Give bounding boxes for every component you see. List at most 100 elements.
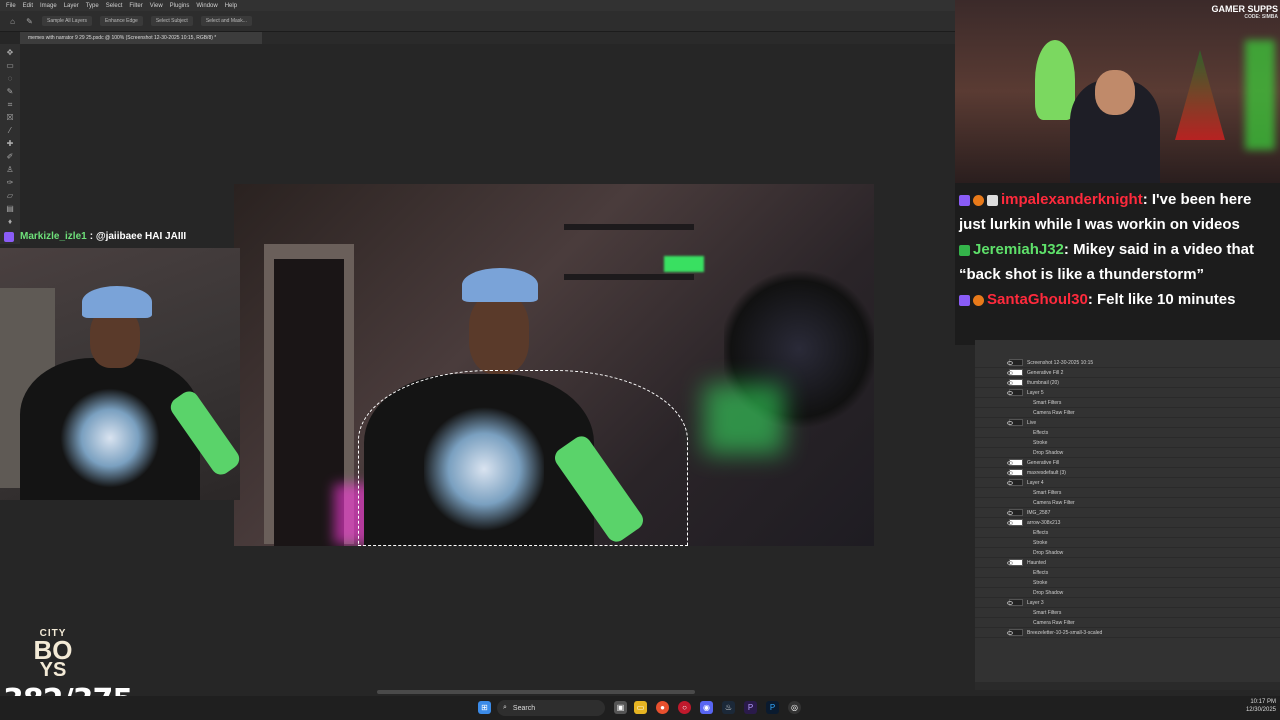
home-icon[interactable]: ⌂	[8, 17, 17, 26]
visibility-eye-icon[interactable]	[1007, 600, 1013, 605]
select-and-mask-button[interactable]: Select and Mask...	[200, 16, 252, 26]
sub-badge-icon	[973, 294, 984, 306]
menu-item-view[interactable]: View	[150, 3, 163, 9]
healing-tool-icon[interactable]: ✚	[6, 139, 15, 148]
layer-row[interactable]: Generative Fill 2	[975, 368, 1280, 378]
layer-effect-row[interactable]: Smart Filters	[975, 608, 1280, 618]
menu-item-window[interactable]: Window	[196, 3, 217, 9]
layer-row[interactable]: thumbnail (20)	[975, 378, 1280, 388]
layer-effect-row[interactable]: Smart Filters	[975, 488, 1280, 498]
eraser-tool-icon[interactable]: ▱	[6, 191, 15, 200]
menu-item-help[interactable]: Help	[225, 3, 237, 9]
layer-effect-row[interactable]: Stroke	[975, 578, 1280, 588]
layer-effect-row[interactable]: Drop Shadow	[975, 588, 1280, 598]
visibility-eye-icon[interactable]	[1007, 630, 1013, 635]
taskbar-clock[interactable]: 10:17 PM 12/30/2025	[1232, 698, 1276, 714]
layer-effect-row[interactable]: Drop Shadow	[975, 548, 1280, 558]
scrollbar-thumb[interactable]	[377, 690, 695, 694]
layer-row[interactable]: Screenshot 12-30-2025 10:15	[975, 358, 1280, 368]
layer-effect-row[interactable]: Stroke	[975, 438, 1280, 448]
enhance-edge-checkbox[interactable]: Enhance Edge	[100, 16, 143, 26]
stamp-tool-icon[interactable]: ♙	[6, 165, 15, 174]
chrome-icon[interactable]: ●	[656, 701, 669, 714]
document-tabs: memes with narrator 9 29 25.psdc @ 100% …	[20, 32, 955, 44]
lasso-tool-icon[interactable]: ◌	[6, 74, 15, 83]
menu-item-edit[interactable]: Edit	[23, 3, 33, 9]
visibility-eye-icon[interactable]	[1007, 520, 1013, 525]
chat-username: SantaGhoul30	[987, 291, 1088, 308]
visibility-eye-icon[interactable]	[1007, 460, 1013, 465]
document-tab[interactable]: memes with narrator 9 29 25.psdc @ 100% …	[20, 32, 262, 44]
select-subject-button[interactable]: Select Subject	[150, 16, 193, 26]
layer-row[interactable]: Layer 3	[975, 598, 1280, 608]
visibility-eye-icon[interactable]	[1007, 370, 1013, 375]
menu-item-type[interactable]: Type	[86, 3, 99, 9]
eyedropper-tool-icon[interactable]: ⁄	[6, 126, 15, 135]
brush-tool-icon[interactable]: ✐	[6, 152, 15, 161]
layer-effect-row[interactable]: Effects	[975, 528, 1280, 538]
layer-row[interactable]: Generative Fill	[975, 458, 1280, 468]
menu-item-layer[interactable]: Layer	[64, 3, 79, 9]
layer-row[interactable]: maxresdefault (3)	[975, 468, 1280, 478]
chat-message: impalexanderknight: I've been here just …	[959, 187, 1276, 237]
visibility-eye-icon[interactable]	[1007, 480, 1013, 485]
file-explorer-icon[interactable]: ▭	[634, 701, 647, 714]
layer-effect-row[interactable]: Effects	[975, 428, 1280, 438]
windows-start-icon[interactable]: ⊞	[478, 701, 491, 714]
opera-icon[interactable]: ○	[678, 701, 691, 714]
layer-effect-row[interactable]: Effects	[975, 568, 1280, 578]
layer-name: Smart Filters	[1033, 399, 1062, 406]
premiere-icon[interactable]: P	[744, 701, 757, 714]
steam-icon[interactable]: ♨	[722, 701, 735, 714]
layer-name: Smart Filters	[1033, 609, 1062, 616]
layer-row[interactable]: Layer 5	[975, 388, 1280, 398]
visibility-eye-icon[interactable]	[1007, 470, 1013, 475]
visibility-eye-icon[interactable]	[1007, 560, 1013, 565]
visibility-eye-icon[interactable]	[1007, 380, 1013, 385]
layer-row[interactable]: Breezeletter-10-25-small-3-scaled	[975, 628, 1280, 638]
menu-item-plugins[interactable]: Plugins	[170, 3, 190, 9]
sub-badge-icon	[973, 194, 984, 206]
layer-name: Drop Shadow	[1033, 549, 1064, 556]
menu-item-image[interactable]: Image	[40, 3, 57, 9]
layer-effect-row[interactable]: Camera Raw Filter	[975, 408, 1280, 418]
visibility-eye-icon[interactable]	[1007, 510, 1013, 515]
marquee-tool-icon[interactable]: ▭	[6, 61, 15, 70]
discord-icon[interactable]: ◉	[700, 701, 713, 714]
layer-name: Effects	[1033, 429, 1049, 436]
menu-item-select[interactable]: Select	[106, 3, 123, 9]
layer-effect-row[interactable]: Drop Shadow	[975, 448, 1280, 458]
frame-tool-icon[interactable]: ☒	[6, 113, 15, 122]
layer-name: Drop Shadow	[1033, 449, 1064, 456]
crop-tool-icon[interactable]: ⌗	[6, 100, 15, 109]
history-brush-icon[interactable]: ✑	[6, 178, 15, 187]
menu-item-file[interactable]: File	[6, 3, 16, 9]
brand-text-2: SUPPS	[1247, 4, 1278, 14]
canvas-image[interactable]	[234, 184, 874, 546]
gradient-tool-icon[interactable]: ▤	[6, 204, 15, 213]
visibility-eye-icon[interactable]	[1007, 390, 1013, 395]
layer-effect-row[interactable]: Stroke	[975, 538, 1280, 548]
move-tool-icon[interactable]: ✥	[6, 48, 15, 57]
tools-panel: ✥ ▭ ◌ ✎ ⌗ ☒ ⁄ ✚ ✐ ♙ ✑ ▱ ▤ ♦	[0, 44, 20, 244]
layer-effect-row[interactable]: Camera Raw Filter	[975, 618, 1280, 628]
layer-row[interactable]: Haunted	[975, 558, 1280, 568]
layer-effect-row[interactable]: Smart Filters	[975, 398, 1280, 408]
visibility-eye-icon[interactable]	[1007, 360, 1013, 365]
blur-tool-icon[interactable]: ♦	[6, 217, 15, 226]
visibility-eye-icon[interactable]	[1007, 420, 1013, 425]
obs-icon[interactable]: ◎	[788, 701, 801, 714]
taskbar-search[interactable]: ⌕ Search	[497, 700, 605, 716]
layer-row[interactable]: IMG_2587	[975, 508, 1280, 518]
layer-row[interactable]: Layer 4	[975, 478, 1280, 488]
layer-row[interactable]: Live	[975, 418, 1280, 428]
quick-select-tool-icon[interactable]: ✎	[6, 87, 15, 96]
photoshop-icon[interactable]: P	[766, 701, 779, 714]
menu-bar: File Edit Image Layer Type Select Filter View Pl…	[0, 0, 955, 11]
sample-all-layers-checkbox[interactable]: Sample All Layers	[42, 16, 93, 26]
layer-effect-row[interactable]: Camera Raw Filter	[975, 498, 1280, 508]
layer-row[interactable]: arrow-308x213	[975, 518, 1280, 528]
quick-select-icon[interactable]: ✎	[25, 17, 34, 26]
task-view-icon[interactable]: ▣	[614, 701, 627, 714]
menu-item-filter[interactable]: Filter	[129, 3, 142, 9]
